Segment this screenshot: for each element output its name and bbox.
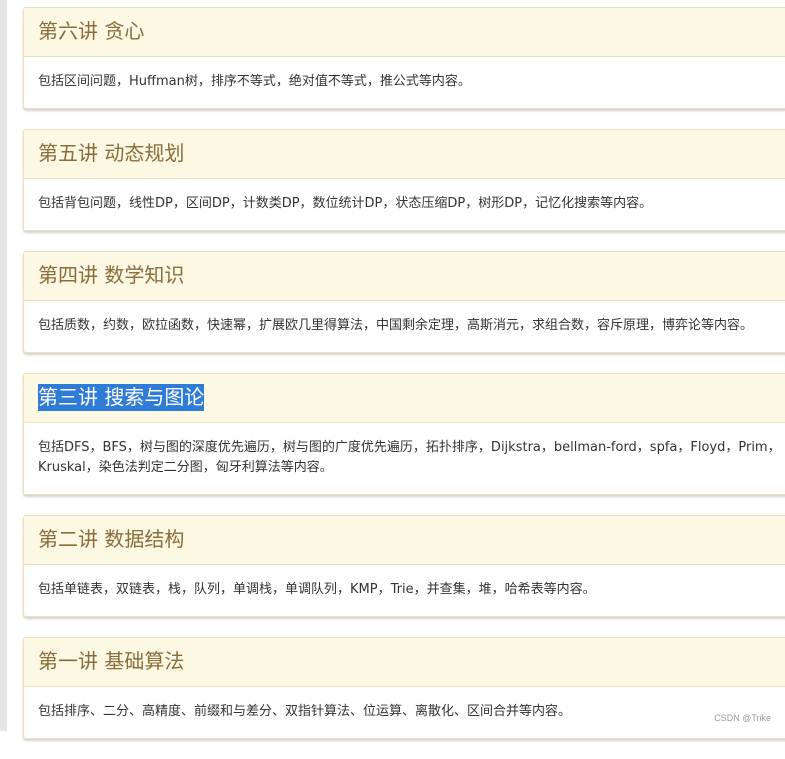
panel-heading: 第一讲 基础算法 — [24, 638, 785, 687]
panel-heading: 第六讲 贪心 — [24, 8, 785, 57]
lecture-list: 第六讲 贪心 包括区间问题，Huffman树，排序不等式，绝对值不等式，推公式等… — [23, 7, 785, 759]
lecture-panel-2[interactable]: 第二讲 数据结构 包括单链表，双链表，栈，队列，单调栈，单调队列，KMP，Tri… — [23, 515, 785, 617]
lecture-panel-5[interactable]: 第五讲 动态规划 包括背包问题，线性DP，区间DP，计数类DP，数位统计DP，状… — [23, 129, 785, 231]
lecture-description: 包括排序、二分、高精度、前缀和与差分、双指针算法、位运算、离散化、区间合并等内容… — [38, 704, 572, 719]
panel-heading: 第四讲 数学知识 — [24, 252, 785, 301]
lecture-title[interactable]: 第二讲 数据结构 — [38, 526, 184, 553]
lecture-title[interactable]: 第四讲 数学知识 — [38, 262, 184, 289]
lecture-description: 包括单链表，双链表，栈，队列，单调栈，单调队列，KMP，Trie，并查集，堆，哈… — [38, 582, 596, 597]
lecture-panel-1[interactable]: 第一讲 基础算法 包括排序、二分、高精度、前缀和与差分、双指针算法、位运算、离散… — [23, 637, 785, 739]
panel-heading: 第三讲 搜索与图论 — [24, 374, 785, 423]
lecture-title-selected[interactable]: 第三讲 搜索与图论 — [38, 384, 205, 411]
lecture-title[interactable]: 第一讲 基础算法 — [38, 648, 184, 675]
lecture-description: 包括质数，约数，欧拉函数，快速幂，扩展欧几里得算法，中国剩余定理，高斯消元，求组… — [38, 318, 754, 333]
panel-heading: 第二讲 数据结构 — [24, 516, 785, 565]
lecture-panel-4[interactable]: 第四讲 数学知识 包括质数，约数，欧拉函数，快速幂，扩展欧几里得算法，中国剩余定… — [23, 251, 785, 353]
lecture-description: 包括背包问题，线性DP，区间DP，计数类DP，数位统计DP，状态压缩DP，树形D… — [38, 196, 653, 211]
panel-heading: 第五讲 动态规划 — [24, 130, 785, 179]
lecture-title[interactable]: 第五讲 动态规划 — [38, 140, 184, 167]
lecture-description: 包括DFS，BFS，树与图的深度优先遍历，树与图的广度优先遍历，拓扑排序，Dij… — [38, 440, 781, 475]
lecture-title[interactable]: 第六讲 贪心 — [38, 18, 144, 45]
page-left-edge — [0, 0, 7, 731]
csdn-watermark: CSDN @Trike — [714, 713, 771, 723]
lecture-panel-3[interactable]: 第三讲 搜索与图论 包括DFS，BFS，树与图的深度优先遍历，树与图的广度优先遍… — [23, 373, 785, 495]
lecture-description: 包括区间问题，Huffman树，排序不等式，绝对值不等式，推公式等内容。 — [38, 74, 471, 89]
lecture-panel-6[interactable]: 第六讲 贪心 包括区间问题，Huffman树，排序不等式，绝对值不等式，推公式等… — [23, 7, 785, 109]
